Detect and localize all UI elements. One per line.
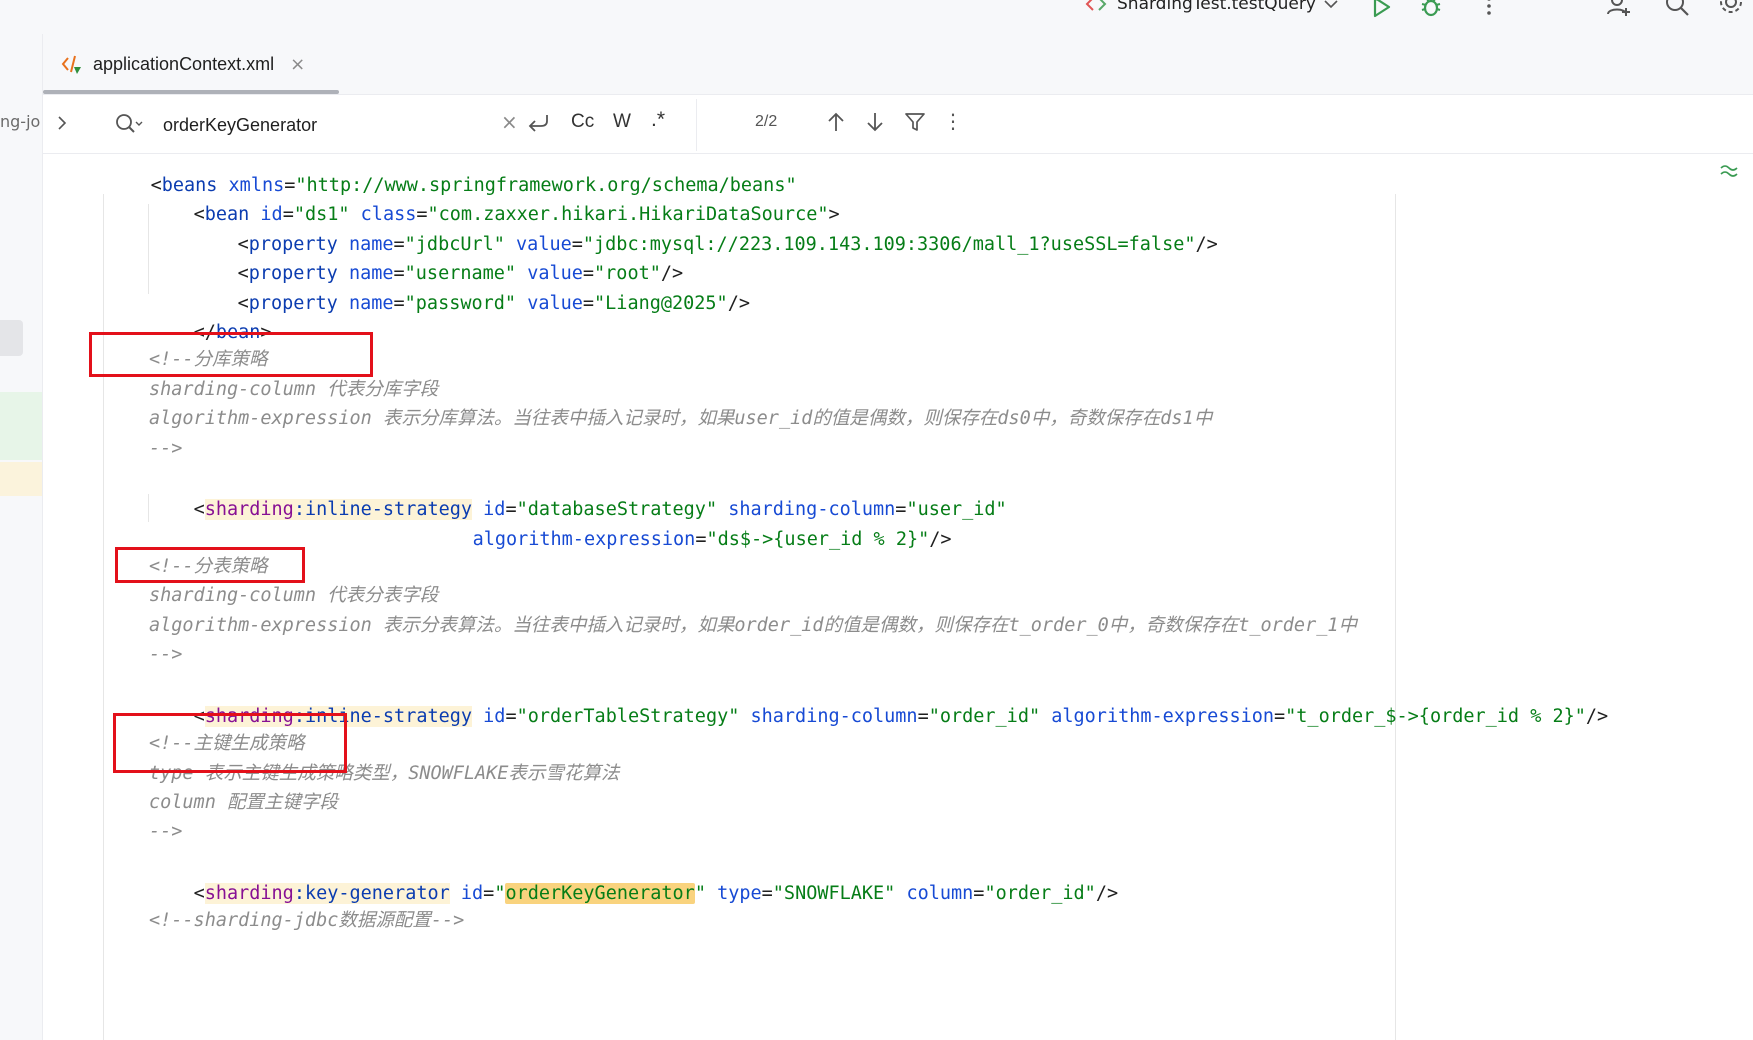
arrow-up-icon[interactable] — [826, 111, 846, 133]
comment-line: --> — [149, 644, 183, 665]
code-line: <sharding:inline-strategy id="databaseSt… — [193, 499, 1007, 520]
code-line: <bean id="ds1" class="com.zaxxer.hikari.… — [193, 204, 840, 225]
active-tab-indicator — [43, 90, 339, 94]
code-line: <property name="jdbcUrl" value="jdbc:mys… — [237, 234, 1218, 255]
search-input[interactable] — [161, 109, 495, 141]
match-count: 2/2 — [755, 113, 778, 130]
comment-line: algorithm-expression 表示分库算法。当往表中插入记录时，如果… — [149, 408, 1213, 429]
find-bar: × Cc W .* 2/2 ⋮ — [43, 95, 1753, 154]
run-config-label: ShardingTest.testQuery — [1117, 0, 1316, 14]
settings-icon[interactable] — [1718, 0, 1744, 20]
project-panel-edge: ng-jo — [0, 34, 43, 1040]
run-config-icon — [1085, 0, 1107, 11]
search-divider — [696, 99, 697, 151]
right-margin-guide — [1395, 194, 1396, 1040]
search-match-highlight: orderKeyGenerator — [505, 883, 695, 904]
chevron-down-icon — [1324, 0, 1338, 9]
match-case-toggle[interactable]: Cc — [571, 111, 594, 133]
new-line-icon[interactable] — [527, 111, 551, 133]
whole-words-toggle[interactable]: W — [613, 111, 631, 133]
more-options-icon[interactable]: ⋮ — [943, 109, 963, 133]
comment-line: <!--sharding-jdbc数据源配置--> — [149, 910, 465, 931]
comment-line: sharding-column 代表分库字段 — [149, 379, 439, 400]
indent-guide — [103, 194, 104, 1040]
regex-toggle[interactable]: .* — [651, 108, 665, 132]
comment-line: --> — [149, 438, 183, 459]
comment-line: column 配置主键字段 — [149, 792, 338, 813]
search-icon[interactable] — [1664, 0, 1690, 20]
code-line: <property name="password" value="Liang@2… — [237, 293, 750, 314]
comment-line: --> — [149, 821, 183, 842]
clear-search-button[interactable]: × — [501, 110, 518, 134]
vcs-modified-marker — [0, 462, 42, 496]
search-history-icon[interactable] — [115, 113, 143, 135]
code-line: algorithm-expression="ds$->{user_id % 2}… — [472, 529, 952, 550]
vcs-added-marker — [0, 392, 42, 460]
code-line: <sharding:inline-strategy id="orderTable… — [193, 706, 1609, 727]
tab-application-context[interactable]: applicationContext.xml × — [43, 34, 339, 94]
comment-line: sharding-column 代表分表字段 — [149, 585, 439, 606]
arrow-down-icon[interactable] — [865, 111, 885, 133]
tab-label: applicationContext.xml — [93, 53, 275, 74]
inspection-ok-icon[interactable] — [1719, 162, 1741, 182]
run-config-selector[interactable]: ShardingTest.testQuery — [1085, 0, 1338, 16]
selected-file-marker — [0, 320, 23, 356]
tab-close-button[interactable]: × — [290, 54, 305, 75]
filter-icon[interactable] — [904, 111, 926, 133]
main-toolbar: ShardingTest.testQuery — [0, 0, 1753, 35]
run-icon[interactable] — [1368, 0, 1394, 20]
xml-file-icon — [61, 55, 81, 74]
annotation-box — [89, 332, 373, 377]
add-user-icon[interactable] — [1606, 0, 1632, 20]
more-vertical-icon[interactable] — [1476, 0, 1502, 20]
expand-replace-icon[interactable] — [55, 112, 69, 134]
comment-line: algorithm-expression 表示分表算法。当往表中插入记录时，如果… — [149, 615, 1357, 636]
editor-tab-bar: applicationContext.xml × — [43, 34, 1753, 95]
code-line: <sharding:key-generator id="orderKeyGene… — [193, 883, 1119, 904]
annotation-box — [113, 713, 347, 773]
code-line: </bean> — [193, 322, 272, 343]
debug-icon[interactable] — [1418, 0, 1444, 20]
annotation-box — [115, 547, 305, 583]
code-line: <property name="username" value="root"/> — [237, 263, 684, 284]
project-name-fragment[interactable]: ng-jo — [0, 112, 40, 131]
code-editor[interactable]: <beans xmlns="http://www.springframework… — [43, 154, 1753, 1040]
